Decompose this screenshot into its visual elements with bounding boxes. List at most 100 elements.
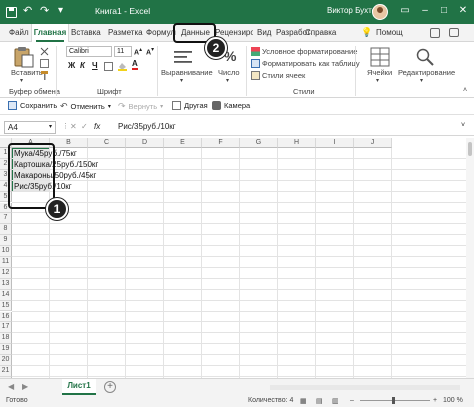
name-box-dropdown-icon[interactable]: ▾: [49, 123, 52, 130]
cells-icon[interactable]: [370, 47, 390, 67]
collapse-ribbon-icon[interactable]: ˄: [463, 87, 467, 94]
undo-icon[interactable]: [23, 4, 34, 18]
maximize-icon[interactable]: □: [437, 4, 451, 18]
row-header[interactable]: 11: [0, 257, 12, 268]
lightbulb-icon[interactable]: 💡: [361, 27, 372, 38]
tab-file[interactable]: Файл: [9, 24, 31, 42]
italic-button[interactable]: К: [80, 61, 85, 70]
row-header[interactable]: 13: [0, 278, 12, 290]
page-layout-view-icon[interactable]: ▤: [316, 397, 323, 405]
tab-page-layout[interactable]: Разметка ст: [108, 24, 144, 42]
alignment-dropdown-icon[interactable]: ▾: [180, 77, 183, 84]
minimize-icon[interactable]: –: [418, 4, 432, 18]
alignment-icon[interactable]: [173, 49, 193, 67]
comments-icon[interactable]: [449, 28, 459, 37]
toolbar-save-button[interactable]: Сохранить: [8, 101, 57, 110]
paste-button[interactable]: Вставить: [11, 68, 43, 77]
row-header[interactable]: 14: [0, 289, 12, 301]
tab-help[interactable]: Справка: [305, 24, 349, 42]
number-format-button[interactable]: Число: [218, 68, 240, 77]
save-icon[interactable]: [6, 6, 17, 18]
row-header[interactable]: 7: [0, 213, 12, 225]
horizontal-scrollbar[interactable]: [270, 385, 460, 390]
editing-dropdown-icon[interactable]: ▾: [420, 77, 423, 84]
row-header[interactable]: 9: [0, 235, 12, 247]
zoom-slider-thumb[interactable]: [392, 397, 395, 404]
expand-formula-icon[interactable]: ˅: [461, 122, 465, 129]
copy-icon[interactable]: [40, 59, 49, 68]
vertical-scrollbar[interactable]: [466, 138, 474, 378]
toolbar-camera-button[interactable]: Камера: [212, 101, 250, 110]
zoom-out-icon[interactable]: –: [350, 397, 354, 404]
tab-insert[interactable]: Вставка: [71, 24, 105, 42]
page-break-view-icon[interactable]: ▥: [332, 397, 339, 405]
borders-icon[interactable]: [104, 62, 113, 71]
font-color-icon[interactable]: A: [132, 60, 138, 70]
cell-styles-icon[interactable]: [251, 71, 260, 80]
avatar[interactable]: [372, 4, 388, 20]
row-header[interactable]: 18: [0, 333, 12, 345]
vertical-scroll-thumb[interactable]: [468, 142, 472, 156]
cells-dropdown-icon[interactable]: ▾: [376, 77, 379, 84]
add-sheet-icon[interactable]: +: [104, 381, 116, 393]
font-name-select[interactable]: Calibri: [66, 46, 112, 57]
alignment-button[interactable]: Выравнивание: [161, 68, 213, 77]
paste-icon[interactable]: [12, 46, 36, 68]
next-sheet-icon[interactable]: ▶: [22, 382, 28, 391]
cells-button[interactable]: Ячейки: [367, 68, 392, 77]
prev-sheet-icon[interactable]: ◀: [8, 382, 14, 391]
sheet-tab[interactable]: Лист1: [62, 379, 96, 395]
column-header[interactable]: G: [240, 138, 278, 148]
number-dropdown-icon[interactable]: ▾: [226, 77, 229, 84]
column-header[interactable]: D: [126, 138, 164, 148]
fill-color-icon[interactable]: [118, 62, 127, 71]
tab-home[interactable]: Главная: [31, 24, 69, 43]
zoom-slider[interactable]: [360, 400, 430, 401]
normal-view-icon[interactable]: ▦: [300, 397, 307, 405]
toolbar-other-button[interactable]: Другая: [172, 101, 208, 110]
column-header[interactable]: H: [278, 138, 316, 148]
format-as-table-icon[interactable]: [251, 59, 260, 68]
cell-styles-button[interactable]: Стили ячеек: [262, 71, 305, 80]
row-header[interactable]: 12: [0, 267, 12, 279]
zoom-level[interactable]: 100 %: [443, 397, 463, 404]
cut-icon[interactable]: [40, 47, 49, 56]
format-painter-icon[interactable]: [40, 71, 49, 80]
formula-input[interactable]: Рис/35руб./10кг: [118, 122, 176, 131]
zoom-in-icon[interactable]: +: [433, 397, 437, 404]
underline-button[interactable]: Ч: [92, 61, 98, 70]
share-icon[interactable]: [430, 28, 440, 38]
increase-font-icon[interactable]: A▴: [134, 47, 142, 56]
redo-icon[interactable]: [40, 4, 51, 18]
row-header[interactable]: 20: [0, 355, 12, 366]
paste-dropdown-icon[interactable]: ▾: [20, 77, 23, 84]
conditional-formatting-icon[interactable]: [251, 47, 260, 56]
column-header[interactable]: F: [202, 138, 240, 148]
column-header[interactable]: B: [50, 138, 88, 148]
decrease-font-icon[interactable]: A▾: [146, 47, 154, 56]
undo-dropdown-icon[interactable]: ▾: [108, 103, 111, 110]
customize-qat-icon[interactable]: [57, 5, 68, 18]
tab-formulas[interactable]: Формулы: [146, 24, 176, 42]
redo-dropdown-icon[interactable]: ▾: [160, 103, 163, 110]
tab-view[interactable]: Вид: [257, 24, 273, 42]
close-icon[interactable]: ✕: [456, 4, 470, 18]
format-as-table-button[interactable]: Форматировать как таблицу: [262, 59, 360, 68]
row-header[interactable]: 16: [0, 311, 12, 323]
row-header[interactable]: 15: [0, 300, 12, 312]
row-header[interactable]: 17: [0, 322, 12, 334]
row-header[interactable]: 19: [0, 344, 12, 356]
worksheet-grid[interactable]: ABCDEFGHIJ 1 2 3 4 5 6 7 8 9 10 11 12 13 14 15 16 17 18 19…: [0, 138, 466, 378]
column-header[interactable]: E: [164, 138, 202, 148]
bold-button[interactable]: Ж: [68, 61, 75, 70]
insert-function-button[interactable]: fx: [94, 122, 100, 131]
column-header[interactable]: I: [316, 138, 354, 148]
editing-search-icon[interactable]: [415, 47, 435, 67]
row-header[interactable]: 21: [0, 366, 12, 377]
toolbar-undo-button[interactable]: ↶ Отменить ▾: [60, 101, 111, 112]
cancel-entry-icon[interactable]: ✕: [70, 122, 77, 131]
editing-button[interactable]: Редактирование: [398, 68, 455, 77]
row-header[interactable]: 10: [0, 246, 12, 257]
column-header[interactable]: C: [88, 138, 126, 148]
tell-me-search[interactable]: Помощ: [376, 24, 406, 42]
